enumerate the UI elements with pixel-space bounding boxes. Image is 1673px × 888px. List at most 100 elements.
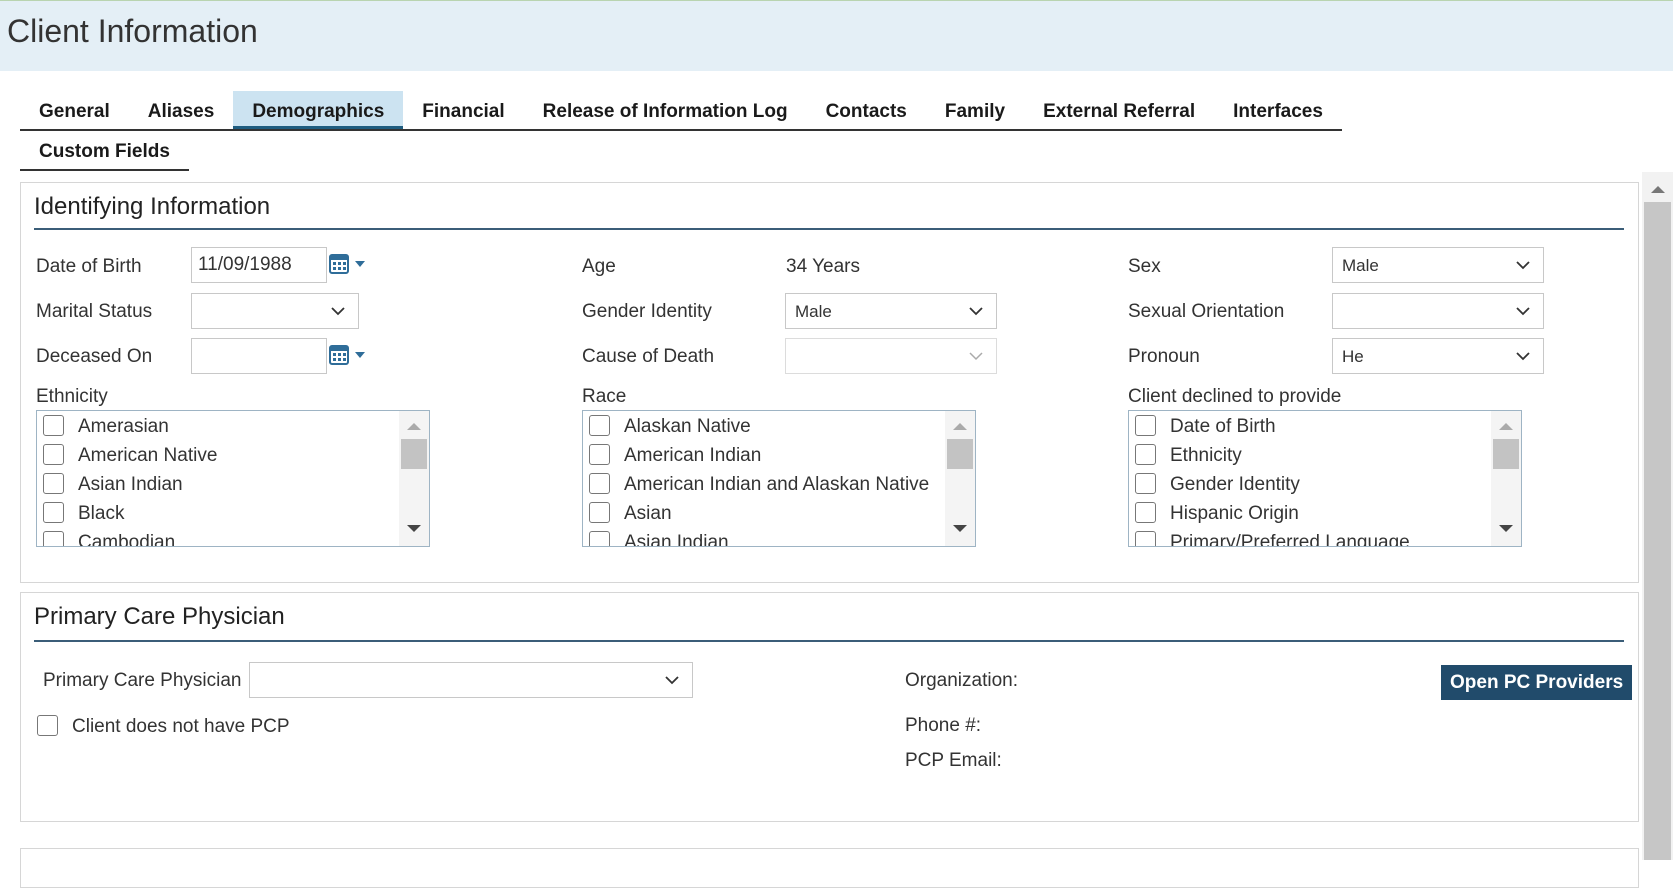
list-item[interactable]: Gender Identity bbox=[1135, 473, 1300, 502]
list-item[interactable]: Primary/Preferred Language bbox=[1135, 531, 1410, 547]
list-item-label: Primary/Preferred Language bbox=[1170, 532, 1410, 547]
page-scrollbar[interactable] bbox=[1642, 172, 1673, 860]
scroll-down-icon[interactable] bbox=[1499, 524, 1513, 534]
list-item-label: Asian bbox=[624, 503, 672, 524]
tab-external-referral[interactable]: External Referral bbox=[1024, 91, 1214, 129]
scroll-thumb[interactable] bbox=[401, 439, 427, 469]
checkbox[interactable] bbox=[43, 531, 64, 546]
list-item-label: Asian Indian bbox=[78, 474, 183, 495]
list-item[interactable]: Asian Indian bbox=[43, 473, 183, 502]
pronoun-value: He bbox=[1342, 347, 1364, 366]
listbox-scrollbar[interactable] bbox=[399, 411, 429, 546]
checkbox[interactable] bbox=[589, 444, 610, 465]
scroll-up-icon[interactable] bbox=[1651, 184, 1665, 194]
tab-financial[interactable]: Financial bbox=[403, 91, 523, 129]
calendar-icon[interactable] bbox=[328, 342, 372, 370]
list-item[interactable]: American Native bbox=[43, 444, 217, 473]
checkbox[interactable] bbox=[43, 473, 64, 494]
scroll-down-icon[interactable] bbox=[407, 524, 421, 534]
checkbox[interactable] bbox=[589, 415, 610, 436]
list-item[interactable]: Cambodian bbox=[43, 531, 176, 547]
section-divider bbox=[34, 640, 1624, 642]
checkbox[interactable] bbox=[589, 502, 610, 523]
scroll-thumb[interactable] bbox=[1644, 202, 1671, 860]
tab-release-of-information-log[interactable]: Release of Information Log bbox=[524, 91, 807, 129]
tab-contacts[interactable]: Contacts bbox=[807, 91, 926, 129]
dob-input[interactable]: 11/09/1988 bbox=[191, 247, 327, 283]
tab-bar-row-2: Custom Fields bbox=[20, 131, 189, 171]
primary-care-physician-panel: Primary Care Physician Primary Care Phys… bbox=[20, 592, 1639, 822]
age-value: 34 Years bbox=[786, 256, 860, 277]
listbox-scrollbar[interactable] bbox=[945, 411, 975, 546]
calendar-icon[interactable] bbox=[328, 251, 372, 279]
sex-select[interactable]: Male bbox=[1332, 247, 1544, 283]
race-listbox[interactable]: Alaskan Native American Indian American … bbox=[582, 410, 976, 547]
tab-custom-fields[interactable]: Custom Fields bbox=[20, 131, 189, 169]
list-item[interactable]: Date of Birth bbox=[1135, 415, 1276, 444]
declined-to-provide-listbox[interactable]: Date of Birth Ethnicity Gender Identity … bbox=[1128, 410, 1522, 547]
list-item-label: Amerasian bbox=[78, 416, 169, 437]
checkbox[interactable] bbox=[1135, 415, 1156, 436]
no-pcp-checkbox-row[interactable]: Client does not have PCP bbox=[37, 715, 290, 738]
sexual-orientation-select[interactable] bbox=[1332, 293, 1544, 329]
list-item-label: American Native bbox=[78, 445, 218, 466]
checkbox[interactable] bbox=[43, 415, 64, 436]
list-item[interactable]: American Indian and Alaskan Native bbox=[589, 473, 929, 502]
list-item[interactable]: Asian bbox=[589, 502, 672, 531]
tab-aliases[interactable]: Aliases bbox=[129, 91, 234, 129]
section-title: Primary Care Physician bbox=[34, 603, 285, 630]
declined-to-provide-label: Client declined to provide bbox=[1128, 386, 1342, 407]
list-item[interactable]: Asian Indian bbox=[589, 531, 729, 546]
list-item-label: Ethnicity bbox=[1170, 445, 1242, 466]
page-title: Client Information bbox=[7, 13, 258, 49]
tab-interfaces[interactable]: Interfaces bbox=[1214, 91, 1342, 129]
age-label: Age bbox=[582, 256, 616, 277]
list-item[interactable]: American Indian bbox=[589, 444, 761, 473]
checkbox[interactable] bbox=[1135, 531, 1156, 546]
pcp-email-label: PCP Email: bbox=[905, 750, 1002, 771]
checkbox[interactable] bbox=[1135, 502, 1156, 523]
ethnicity-listbox[interactable]: Amerasian American Native Asian Indian B… bbox=[36, 410, 430, 547]
checkbox[interactable] bbox=[43, 502, 64, 523]
checkbox[interactable] bbox=[1135, 444, 1156, 465]
scroll-thumb[interactable] bbox=[1493, 439, 1519, 469]
deceased-on-input[interactable] bbox=[191, 338, 327, 374]
list-item-label: American Indian and Alaskan Native bbox=[624, 474, 930, 495]
list-item[interactable]: Black bbox=[43, 502, 124, 531]
tab-general[interactable]: General bbox=[20, 91, 129, 129]
cause-of-death-label: Cause of Death bbox=[582, 346, 715, 367]
checkbox[interactable] bbox=[589, 473, 610, 494]
list-item-label: Hispanic Origin bbox=[1170, 503, 1299, 524]
cause-of-death-select[interactable] bbox=[785, 338, 997, 374]
pronoun-select[interactable]: He bbox=[1332, 338, 1544, 374]
pronoun-label: Pronoun bbox=[1128, 346, 1200, 367]
tab-demographics[interactable]: Demographics bbox=[233, 91, 404, 129]
list-item-label: American Indian bbox=[624, 445, 762, 466]
checkbox[interactable] bbox=[43, 444, 64, 465]
open-pc-providers-button[interactable]: Open PC Providers bbox=[1441, 665, 1633, 700]
gender-identity-select[interactable]: Male bbox=[785, 293, 997, 329]
scroll-up-icon[interactable] bbox=[1499, 421, 1513, 431]
tab-family[interactable]: Family bbox=[926, 91, 1024, 129]
listbox-scrollbar[interactable] bbox=[1491, 411, 1521, 546]
phone-label: Phone #: bbox=[905, 715, 982, 736]
checkbox[interactable] bbox=[1135, 473, 1156, 494]
title-bar: Client Information bbox=[0, 0, 1673, 71]
scroll-up-icon[interactable] bbox=[407, 421, 421, 431]
list-item[interactable]: Hispanic Origin bbox=[1135, 502, 1299, 531]
checkbox[interactable] bbox=[37, 715, 58, 736]
list-item[interactable]: Ethnicity bbox=[1135, 444, 1242, 473]
pcp-select[interactable] bbox=[249, 662, 693, 698]
checkbox[interactable] bbox=[589, 531, 610, 546]
scroll-thumb[interactable] bbox=[947, 439, 973, 469]
list-item[interactable]: Amerasian bbox=[43, 415, 169, 444]
chevron-down-icon bbox=[665, 676, 679, 685]
scroll-up-icon[interactable] bbox=[953, 421, 967, 431]
dob-label: Date of Birth bbox=[36, 256, 142, 277]
scroll-down-icon[interactable] bbox=[953, 524, 967, 534]
list-item-label: Cambodian bbox=[78, 532, 176, 547]
marital-status-select[interactable] bbox=[191, 293, 359, 329]
gender-identity-value: Male bbox=[795, 302, 832, 321]
list-item[interactable]: Alaskan Native bbox=[589, 415, 751, 444]
no-pcp-label: Client does not have PCP bbox=[72, 716, 290, 737]
